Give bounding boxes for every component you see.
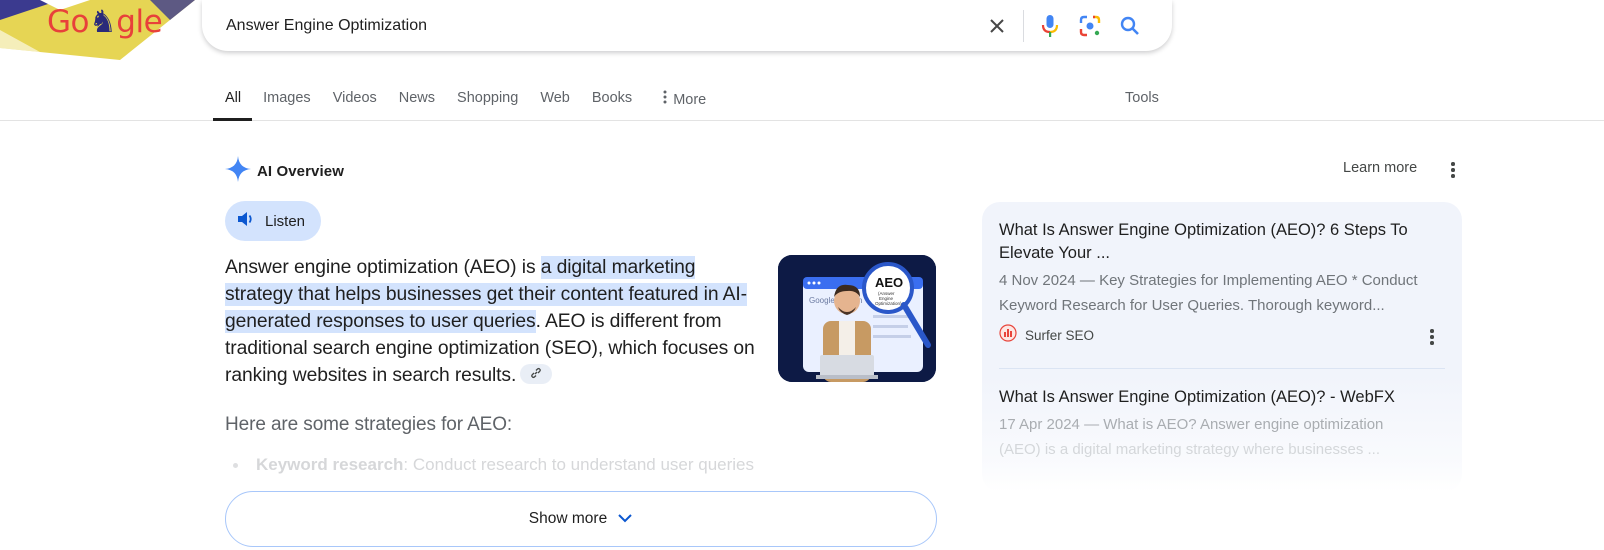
- chevron-down-icon: [617, 510, 633, 528]
- source-date: 4 Nov 2024: [999, 272, 1076, 289]
- svg-text:AEO: AEO: [875, 275, 903, 290]
- search-icon[interactable]: [1110, 6, 1150, 46]
- tab-label: Videos: [332, 90, 377, 106]
- source-divider: [999, 368, 1445, 369]
- source-site-name: Surfer SEO: [1025, 328, 1095, 343]
- strategies-heading: Here are some strategies for AEO:: [225, 414, 513, 435]
- tab-images[interactable]: Images: [252, 78, 322, 121]
- google-lens-icon[interactable]: [1070, 6, 1110, 46]
- surfer-seo-favicon-icon: [999, 324, 1017, 347]
- tab-books[interactable]: Books: [581, 78, 643, 121]
- tab-label: Web: [540, 90, 570, 106]
- source-card[interactable]: What Is Answer Engine Optimization (AEO)…: [999, 386, 1444, 462]
- logo-text: Go♞gle: [47, 4, 163, 40]
- tab-videos[interactable]: Videos: [322, 78, 388, 121]
- search-input[interactable]: [226, 10, 926, 41]
- bullet-term: Keyword research: [256, 455, 404, 474]
- tab-label: News: [398, 90, 436, 106]
- ai-overview-summary: Answer engine optimization (AEO) is a di…: [225, 254, 765, 389]
- ai-overview-menu-icon[interactable]: [1445, 160, 1461, 180]
- tab-web[interactable]: Web: [529, 78, 581, 121]
- tab-label: Images: [263, 90, 311, 106]
- source-card[interactable]: What Is Answer Engine Optimization (AEO)…: [999, 219, 1444, 347]
- tab-shopping[interactable]: Shopping: [446, 78, 529, 121]
- link-icon: [530, 360, 542, 387]
- google-doodle-logo[interactable]: Go♞gle: [0, 0, 195, 62]
- speaker-icon: [237, 211, 255, 232]
- source-snippet: 17 Apr 2024 — What is AEO? Answer engine…: [999, 416, 1384, 433]
- strategy-bullet: Keyword research: Conduct research to un…: [233, 455, 754, 475]
- aeo-thumbnail-image[interactable]: Google Search AEO (Answer Engine Optimiz…: [778, 255, 936, 382]
- vertical-dots-icon: [663, 80, 667, 120]
- show-more-button[interactable]: Show more: [225, 491, 937, 547]
- source-title[interactable]: What Is Answer Engine Optimization (AEO)…: [999, 386, 1444, 409]
- tab-label: Books: [591, 90, 633, 106]
- source-snippet: 4 Nov 2024 — Key Strategies for Implemen…: [999, 272, 1418, 314]
- show-more-label: Show more: [528, 510, 608, 527]
- listen-label: Listen: [265, 212, 306, 230]
- source-date: 17 Apr 2024: [999, 416, 1080, 433]
- tab-label: All: [225, 90, 242, 106]
- microphone-icon[interactable]: [1030, 6, 1070, 46]
- source-snippet-text: What is AEO? Answer engine optimization: [1103, 416, 1384, 433]
- bullet-dot: [233, 463, 238, 469]
- search-tabs: All Images Videos News Shopping Web Book…: [212, 78, 717, 121]
- header: Go♞gle Answer Engine Optimization All Im…: [0, 0, 1604, 121]
- bullet-text: : Conduct research to understand user qu…: [403, 455, 754, 474]
- tab-more[interactable]: More: [643, 78, 717, 121]
- summary-text-before: Answer engine optimization (AEO) is: [225, 257, 541, 278]
- gemini-sparkle-icon: [225, 156, 251, 187]
- search-divider: [1023, 9, 1024, 42]
- source-menu-icon[interactable]: [1424, 327, 1440, 347]
- tab-label: More: [673, 91, 707, 108]
- ai-overview-header: AI Overview: [225, 156, 344, 187]
- search-box: [202, 0, 1172, 51]
- tab-news[interactable]: News: [388, 78, 446, 121]
- source-title[interactable]: What Is Answer Engine Optimization (AEO)…: [999, 219, 1444, 265]
- ai-overview-title: AI Overview: [257, 163, 344, 180]
- learn-more-link[interactable]: Learn more: [1343, 160, 1417, 176]
- source-snippet-line2: (AEO) is a digital marketing strategy wh…: [999, 441, 1380, 458]
- sources-panel: What Is Answer Engine Optimization (AEO)…: [982, 202, 1462, 492]
- clear-icon[interactable]: [977, 6, 1017, 46]
- tools-button[interactable]: Tools: [1125, 78, 1159, 118]
- source-link-chip[interactable]: [520, 363, 553, 384]
- svg-text:Optimization): Optimization): [875, 301, 902, 306]
- source-site: Surfer SEO: [999, 324, 1444, 347]
- tab-all[interactable]: All: [212, 78, 253, 121]
- listen-button[interactable]: Listen: [225, 201, 321, 241]
- tab-label: Shopping: [457, 90, 519, 106]
